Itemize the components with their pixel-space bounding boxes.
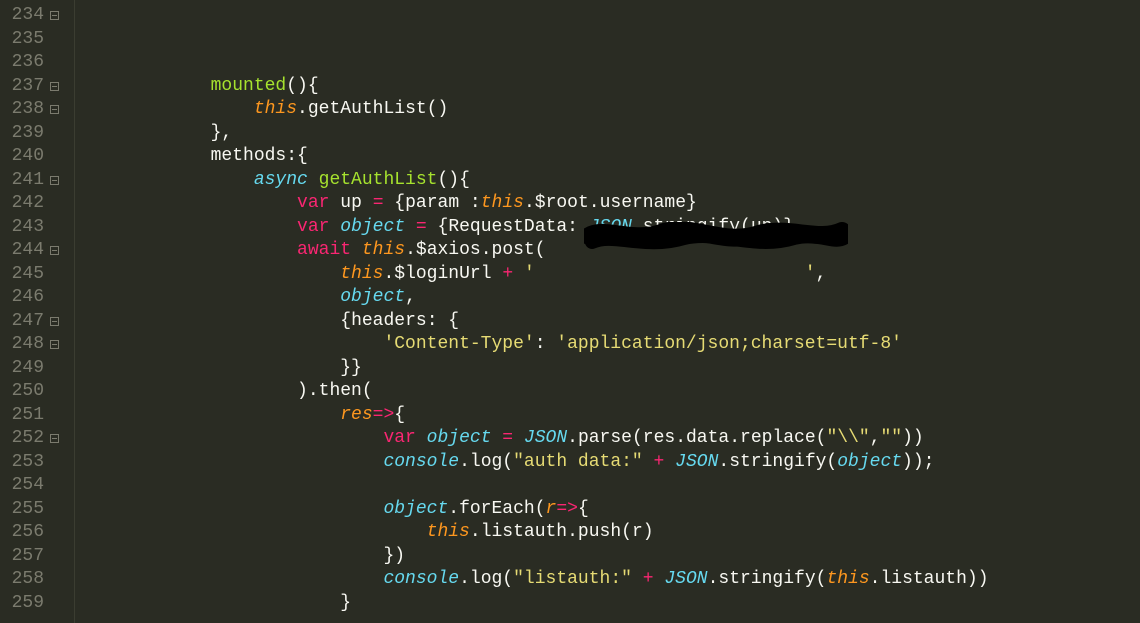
line-number: 256 — [0, 521, 44, 545]
line-number: 243 — [0, 216, 44, 240]
fold-marker-slot — [50, 98, 62, 122]
line-number: 244 — [0, 239, 44, 263]
line-number: 254 — [0, 474, 44, 498]
fold-marker-slot — [50, 310, 62, 334]
line-number: 258 — [0, 568, 44, 592]
code-editor[interactable]: 2342352362372382392402412422432442452462… — [0, 0, 1140, 623]
fold-marker-slot — [50, 28, 62, 52]
code-line[interactable]: mounted(){ — [81, 75, 1140, 99]
fold-marker-slot — [50, 51, 62, 75]
fold-toggle-icon[interactable] — [50, 246, 59, 255]
fold-marker-slot — [50, 568, 62, 592]
fold-toggle-icon[interactable] — [50, 11, 59, 20]
fold-column-border — [62, 0, 75, 623]
line-number-gutter: 2342352362372382392402412422432442452462… — [0, 0, 50, 623]
fold-marker-slot — [50, 521, 62, 545]
fold-marker-slot — [50, 357, 62, 381]
code-line[interactable]: 'Content-Type': 'application/json;charse… — [81, 333, 1140, 357]
code-line[interactable]: async getAuthList(){ — [81, 169, 1140, 193]
fold-toggle-icon[interactable] — [50, 434, 59, 443]
fold-marker-column — [50, 0, 62, 623]
fold-marker-slot — [50, 145, 62, 169]
fold-marker-slot — [50, 263, 62, 287]
line-number: 247 — [0, 310, 44, 334]
fold-marker-slot — [50, 4, 62, 28]
code-line[interactable]: this.$loginUrl + ' ', — [81, 263, 1140, 287]
fold-marker-slot — [50, 380, 62, 404]
code-line[interactable]: console.log("listauth:" + JSON.stringify… — [81, 568, 1140, 592]
fold-marker-slot — [50, 75, 62, 99]
fold-marker-slot — [50, 286, 62, 310]
line-number: 253 — [0, 451, 44, 475]
line-number: 238 — [0, 98, 44, 122]
fold-marker-slot — [50, 404, 62, 428]
code-line[interactable]: this.listauth.push(r) — [81, 521, 1140, 545]
line-number: 239 — [0, 122, 44, 146]
fold-marker-slot — [50, 333, 62, 357]
fold-marker-slot — [50, 474, 62, 498]
line-number: 236 — [0, 51, 44, 75]
code-area[interactable]: mounted(){ this.getAuthList() }, methods… — [81, 0, 1140, 623]
line-number: 237 — [0, 75, 44, 99]
line-number: 241 — [0, 169, 44, 193]
code-line[interactable]: object, — [81, 286, 1140, 310]
code-line[interactable]: console.log("auth data:" + JSON.stringif… — [81, 451, 1140, 475]
fold-toggle-icon[interactable] — [50, 317, 59, 326]
line-number: 255 — [0, 498, 44, 522]
line-number: 245 — [0, 263, 44, 287]
code-line[interactable]: this.getAuthList() — [81, 98, 1140, 122]
line-number: 248 — [0, 333, 44, 357]
line-number: 257 — [0, 545, 44, 569]
fold-toggle-icon[interactable] — [50, 340, 59, 349]
fold-marker-slot — [50, 427, 62, 451]
code-line[interactable]: }) — [81, 545, 1140, 569]
fold-marker-slot — [50, 239, 62, 263]
code-line[interactable]: object.forEach(r=>{ — [81, 498, 1140, 522]
code-line[interactable]: var object = {RequestData: JSON.stringif… — [81, 216, 1140, 240]
code-line[interactable]: methods:{ — [81, 145, 1140, 169]
fold-marker-slot — [50, 169, 62, 193]
code-line[interactable]: {headers: { — [81, 310, 1140, 334]
code-line[interactable] — [81, 474, 1140, 498]
code-line[interactable]: ).then( — [81, 380, 1140, 404]
line-number: 246 — [0, 286, 44, 310]
fold-marker-slot — [50, 545, 62, 569]
fold-marker-slot — [50, 592, 62, 616]
code-line[interactable]: var up = {param :this.$root.username} — [81, 192, 1140, 216]
fold-marker-slot — [50, 192, 62, 216]
code-line[interactable]: }, — [81, 122, 1140, 146]
fold-toggle-icon[interactable] — [50, 82, 59, 91]
line-number: 242 — [0, 192, 44, 216]
code-line[interactable]: }} — [81, 357, 1140, 381]
code-line[interactable] — [81, 615, 1140, 623]
line-number: 250 — [0, 380, 44, 404]
code-line[interactable]: var object = JSON.parse(res.data.replace… — [81, 427, 1140, 451]
line-number: 234 — [0, 4, 44, 28]
line-number: 249 — [0, 357, 44, 381]
code-line[interactable]: await this.$axios.post( — [81, 239, 1140, 263]
fold-toggle-icon[interactable] — [50, 105, 59, 114]
line-number: 251 — [0, 404, 44, 428]
fold-marker-slot — [50, 216, 62, 240]
line-number: 259 — [0, 592, 44, 616]
code-line[interactable]: res=>{ — [81, 404, 1140, 428]
code-line[interactable]: } — [81, 592, 1140, 616]
fold-marker-slot — [50, 498, 62, 522]
fold-toggle-icon[interactable] — [50, 176, 59, 185]
line-number: 252 — [0, 427, 44, 451]
fold-marker-slot — [50, 451, 62, 475]
line-number: 235 — [0, 28, 44, 52]
fold-marker-slot — [50, 122, 62, 146]
line-number: 240 — [0, 145, 44, 169]
